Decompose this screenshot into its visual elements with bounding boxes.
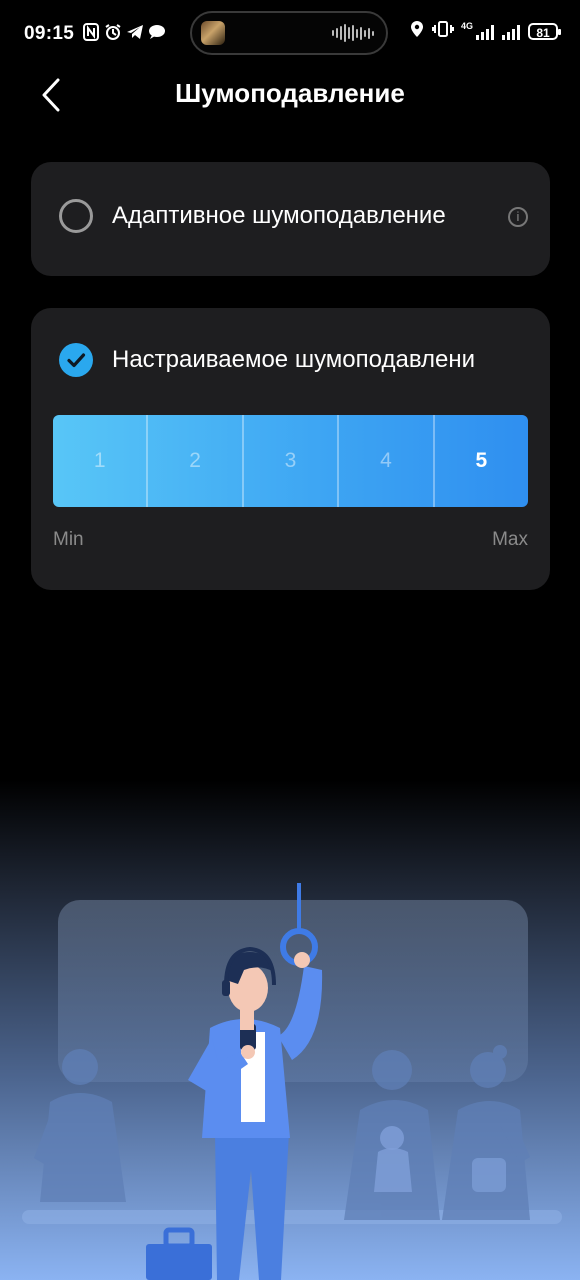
telegram-icon [126,23,144,47]
nfc-icon [82,23,100,47]
audio-wave-icon [332,24,374,42]
page-title: Шумоподавление [175,78,405,108]
custom-anc-label: Настраиваемое шумоподавлени [112,346,476,373]
media-thumbnail [201,21,225,45]
anc-level-4[interactable]: 4 [339,415,435,507]
custom-anc-radio[interactable] [59,343,93,377]
status-time: 09:15 [24,23,75,44]
app-header: Шумоподавление [0,68,580,118]
location-icon [410,20,424,43]
anc-level-2[interactable]: 2 [148,415,244,507]
status-system-icons: 4G 81 [410,20,561,43]
battery-icon: 81 [528,23,561,40]
network-type-label: 4G [461,20,474,31]
anc-level-1[interactable]: 1 [53,415,149,507]
alarm-icon [104,23,122,47]
signal-4g-icon: 4G [461,20,494,40]
status-bar: 09:15 4G 81 [0,0,580,68]
anc-level-3[interactable]: 3 [244,415,340,507]
adaptive-anc-card[interactable]: Адаптивное шумоподавление i [31,162,550,276]
signal-icon [502,24,520,40]
commuter-illustration [0,780,580,1280]
anc-level-5[interactable]: 5 [435,415,528,507]
checkmark-icon [67,353,86,368]
chat-bubble-icon [148,23,166,47]
dynamic-island-media[interactable] [190,11,388,55]
custom-anc-card[interactable]: Настраиваемое шумоподавлени 1 2 3 4 5 Mi… [31,308,550,590]
scale-min-label: Min [53,529,84,550]
adaptive-anc-radio[interactable] [59,199,93,233]
anc-level-selector[interactable]: 1 2 3 4 5 [53,415,528,507]
vibrate-icon [432,20,454,43]
adaptive-anc-label: Адаптивное шумоподавление [112,202,446,229]
info-icon[interactable]: i [508,207,528,227]
status-notification-icons [82,23,166,47]
scale-max-label: Max [492,529,528,550]
